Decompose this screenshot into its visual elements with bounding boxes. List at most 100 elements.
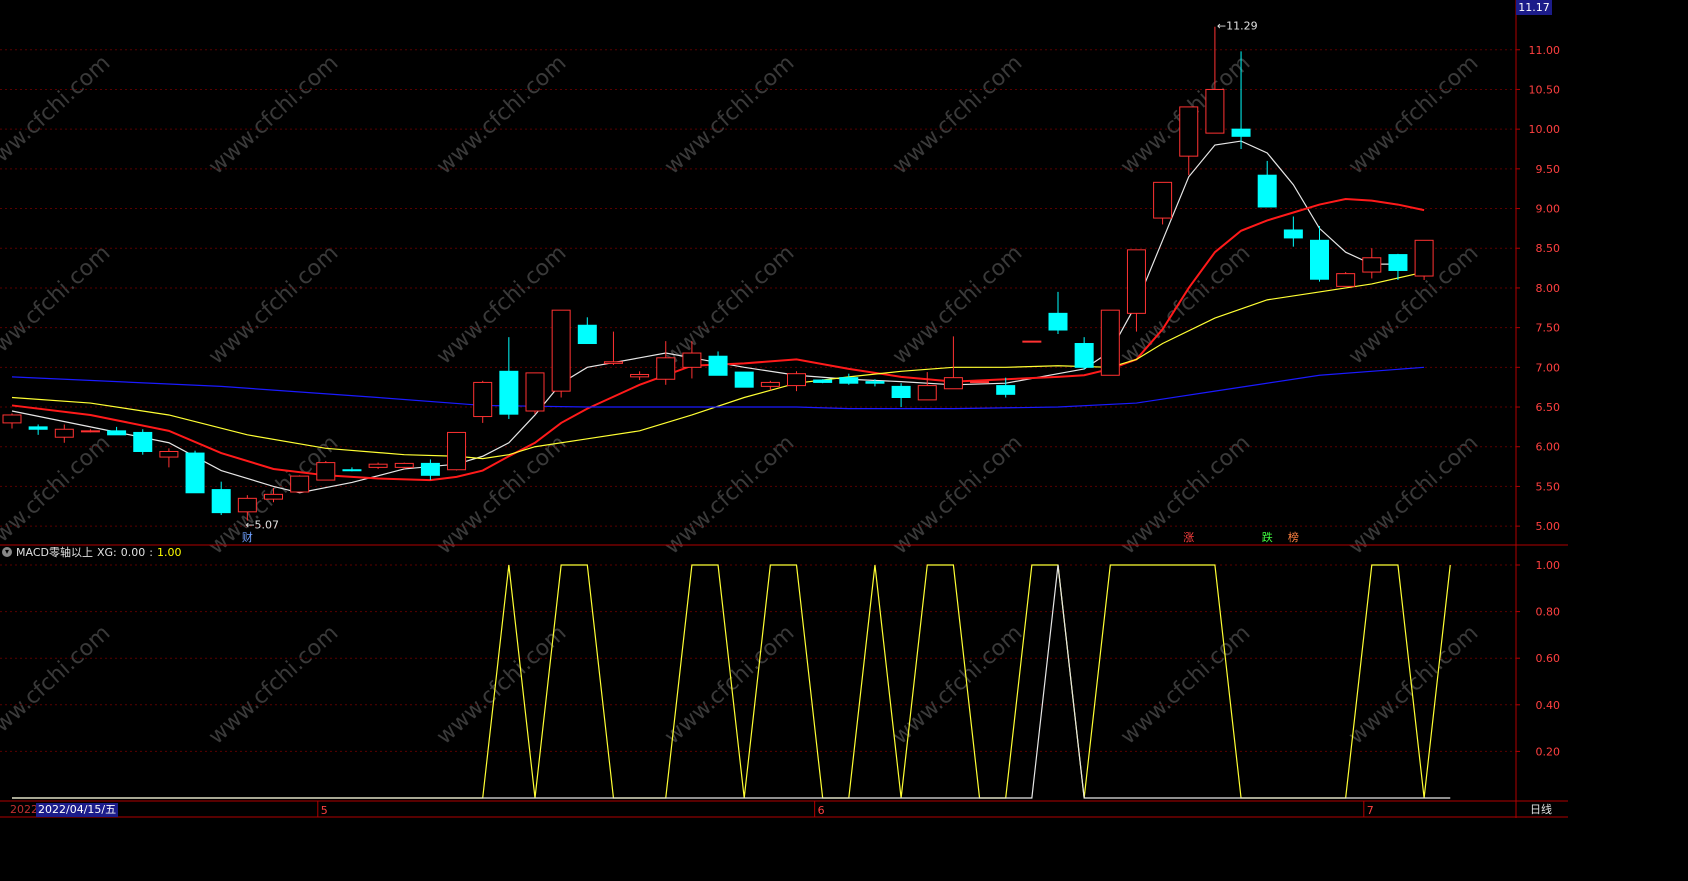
cursor-date-label: 2022/04/15/五 xyxy=(36,803,119,817)
candle-body xyxy=(734,371,754,388)
watermark-text: www.cfchi.com xyxy=(888,241,1027,370)
candle-body xyxy=(185,452,205,494)
indicator-header[interactable]: ▾ MACD零轴以上 XG: 0.00 : 1.00 xyxy=(2,544,181,560)
price-tick-label: 11.00 xyxy=(1529,44,1561,57)
indicator-tick-label: 0.40 xyxy=(1536,699,1561,712)
event-marker: 跌 xyxy=(1262,530,1273,544)
price-tick-label: 5.50 xyxy=(1536,480,1561,493)
value-separator: : xyxy=(149,545,153,559)
watermark-layer: www.cfchi.com www.cfchi.com www.cfchi.com w… xyxy=(0,51,1483,750)
candle-body xyxy=(264,493,283,500)
candle-body xyxy=(708,355,728,376)
watermark-text: www.cfchi.com xyxy=(432,621,571,750)
price-tick-label: 5.00 xyxy=(1536,520,1561,533)
candle-body xyxy=(787,373,806,387)
candle-body xyxy=(316,462,336,481)
candle-body xyxy=(970,381,990,384)
price-tick-label: 7.00 xyxy=(1536,361,1561,374)
candle-body xyxy=(1100,309,1120,376)
candle-body xyxy=(237,497,257,513)
candle-body xyxy=(2,414,22,424)
candle-body xyxy=(682,352,702,368)
watermark-text: www.cfchi.com xyxy=(888,431,1027,560)
price-tick-label: 6.50 xyxy=(1536,401,1561,414)
candle-body xyxy=(603,361,623,364)
label-layer: 11.00 10.50 10.00 9.50 9.00 8.50 8.00 7.50 7.00 6… xyxy=(242,20,1560,817)
price-tick-label: 6.00 xyxy=(1536,441,1561,454)
indicator-tick-label: 0.60 xyxy=(1536,652,1561,665)
high-price-label: ←11.29 xyxy=(1217,20,1258,33)
price-tick-label: 7.50 xyxy=(1536,322,1561,335)
watermark-text: www.cfchi.com xyxy=(0,51,115,180)
chevron-down-icon[interactable]: ▾ xyxy=(2,547,12,557)
watermark-text: www.cfchi.com xyxy=(888,51,1027,180)
xg-value: 0.00 xyxy=(120,545,146,559)
candle-body xyxy=(1153,181,1173,219)
xg-label: XG: xyxy=(96,545,117,559)
watermark-text: www.cfchi.com xyxy=(660,51,799,180)
indicator-lines xyxy=(12,564,1451,799)
event-marker: 榜 xyxy=(1288,530,1299,544)
indicator-tick-label: 1.00 xyxy=(1536,559,1561,572)
price-tick-label: 8.50 xyxy=(1536,242,1561,255)
watermark-text: www.cfchi.com xyxy=(0,431,115,560)
price-tick-label: 10.00 xyxy=(1529,123,1561,136)
candle-body xyxy=(28,426,48,430)
price-tick-label: 9.00 xyxy=(1536,203,1561,216)
watermark-text: www.cfchi.com xyxy=(204,241,343,370)
watermark-text: www.cfchi.com xyxy=(432,241,571,370)
watermark-text: www.cfchi.com xyxy=(0,621,115,750)
current-price-flag: 11.17 xyxy=(1516,0,1552,15)
watermark-text: www.cfchi.com xyxy=(660,431,799,560)
candle-body xyxy=(1388,254,1408,271)
price-tick-label: 10.50 xyxy=(1529,83,1561,96)
candle-body xyxy=(211,489,231,514)
watermark-text: www.cfchi.com xyxy=(0,241,115,370)
candle-body xyxy=(577,324,597,345)
candle-body xyxy=(1179,106,1199,157)
chart-canvas: www.cfchi.com www.cfchi.com www.cfchi.com w… xyxy=(0,0,1568,818)
candle-body xyxy=(1336,273,1356,287)
candle-body xyxy=(630,373,650,378)
candle-body xyxy=(420,462,440,476)
candle-body xyxy=(1205,88,1225,134)
candle-body xyxy=(891,385,911,399)
stock-chart-window: www.cfchi.com www.cfchi.com www.cfchi.com w… xyxy=(0,0,1568,818)
indicator-tick-label: 0.80 xyxy=(1536,606,1561,619)
price-tick-label: 9.50 xyxy=(1536,163,1561,176)
month-tick-label: 5 xyxy=(321,804,328,817)
candle-body xyxy=(107,430,127,436)
watermark-text: www.cfchi.com xyxy=(432,51,571,180)
watermark-text: www.cfchi.com xyxy=(660,241,799,370)
watermark-text: www.cfchi.com xyxy=(1344,51,1483,180)
candle-body xyxy=(760,381,780,387)
candle-body xyxy=(368,463,388,468)
low-price-label: ←5.07 xyxy=(245,519,279,532)
indicator-tick-label: 0.20 xyxy=(1536,745,1561,758)
candle-body xyxy=(1231,128,1251,137)
watermark-text: www.cfchi.com xyxy=(204,621,343,750)
watermark-text: www.cfchi.com xyxy=(1344,621,1483,750)
candle-body xyxy=(342,469,362,472)
candle-body xyxy=(394,462,414,468)
candle-body xyxy=(551,309,571,392)
candle-body xyxy=(54,428,74,438)
indicator-name: MACD零轴以上 xyxy=(16,546,93,559)
candle-body xyxy=(159,450,179,458)
watermark-text: www.cfchi.com xyxy=(204,51,343,180)
period-selector[interactable]: 日线 xyxy=(1530,803,1552,817)
candle-body xyxy=(996,385,1016,395)
candle-body xyxy=(499,370,519,415)
candle-body xyxy=(1126,249,1146,314)
candle-body xyxy=(525,372,545,412)
axes-layer xyxy=(0,0,1568,818)
candle-body xyxy=(1310,239,1329,280)
event-marker: 财 xyxy=(242,530,253,544)
candle-body xyxy=(839,377,859,384)
year-stub: 2022 xyxy=(10,803,38,816)
event-marker: 涨 xyxy=(1183,531,1194,544)
candle-body xyxy=(1362,257,1382,273)
candle-body xyxy=(447,431,467,471)
candle-body xyxy=(1048,312,1068,331)
candle-body xyxy=(133,431,153,452)
